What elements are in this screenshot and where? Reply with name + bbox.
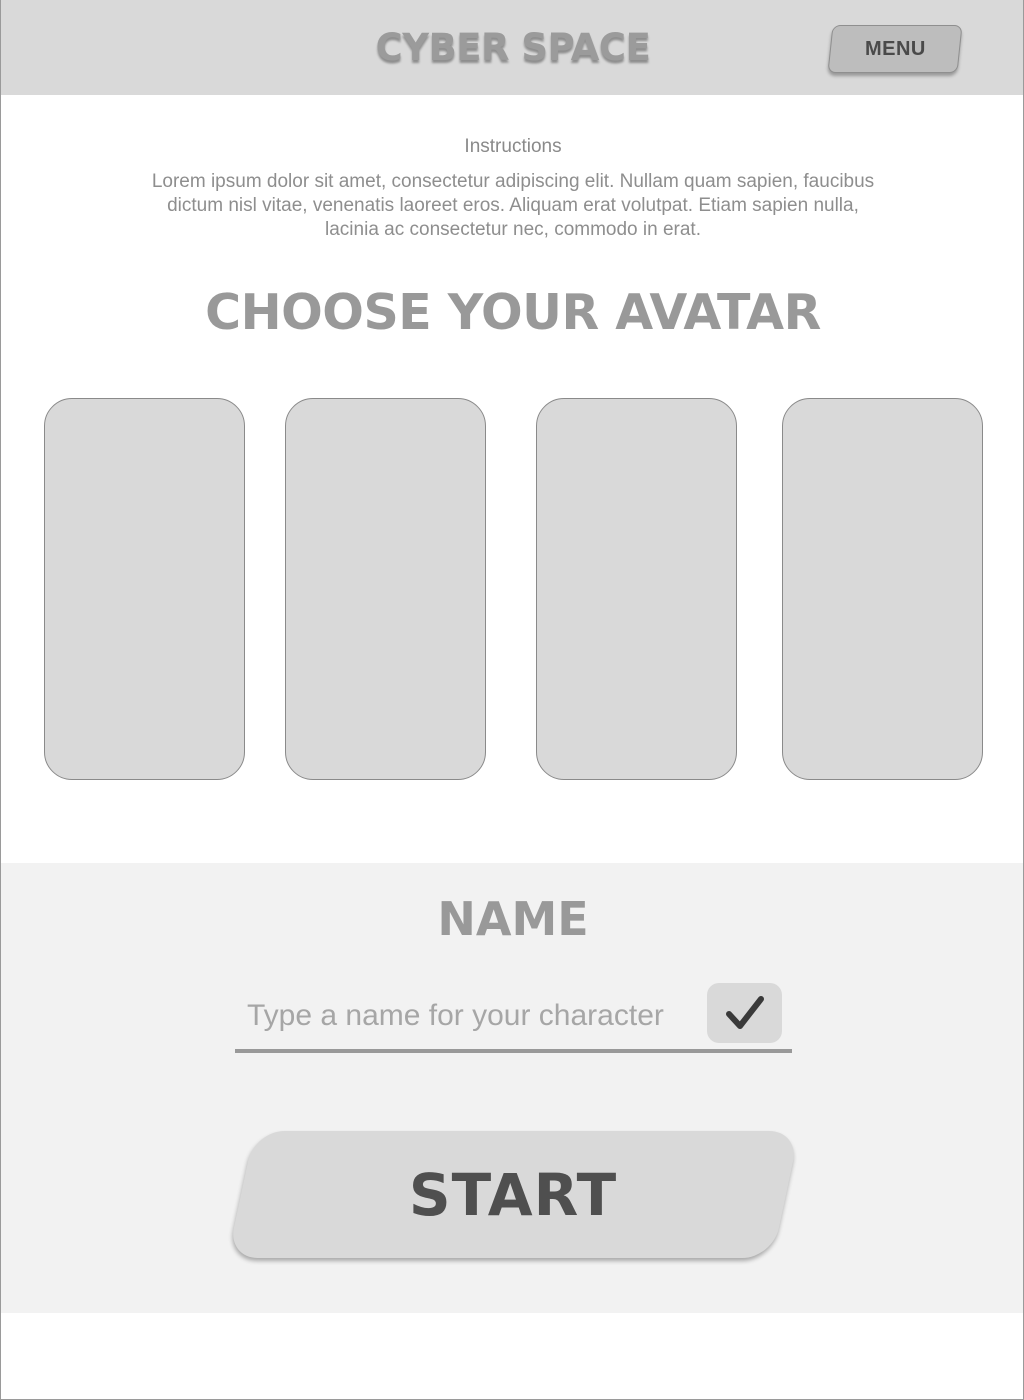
instructions-heading: Instructions: [464, 136, 562, 157]
app-screen: CYBER SPACE MENU Instructions Lorem ipsu…: [0, 0, 1024, 1400]
confirm-name-button[interactable]: [707, 983, 782, 1043]
start-button[interactable]: START: [227, 1131, 800, 1258]
avatar-option-3[interactable]: [536, 398, 737, 780]
instructions-text: Lorem ipsum dolor sit amet, consectetur …: [151, 171, 875, 240]
start-button-label: START: [409, 1160, 618, 1229]
avatar-option-1[interactable]: [44, 398, 245, 780]
menu-button-label: MENU: [864, 37, 926, 60]
menu-button[interactable]: MENU: [827, 25, 963, 73]
avatar-option-4[interactable]: [782, 398, 983, 780]
header-bar: CYBER SPACE MENU: [1, 0, 1023, 95]
character-name-input[interactable]: [235, 990, 695, 1042]
name-input-underline: [235, 1049, 792, 1053]
avatar-option-2[interactable]: [285, 398, 486, 780]
checkmark-icon: [725, 996, 764, 1029]
name-heading: NAME: [437, 892, 589, 946]
choose-avatar-heading: CHOOSE YOUR AVATAR: [205, 284, 821, 341]
